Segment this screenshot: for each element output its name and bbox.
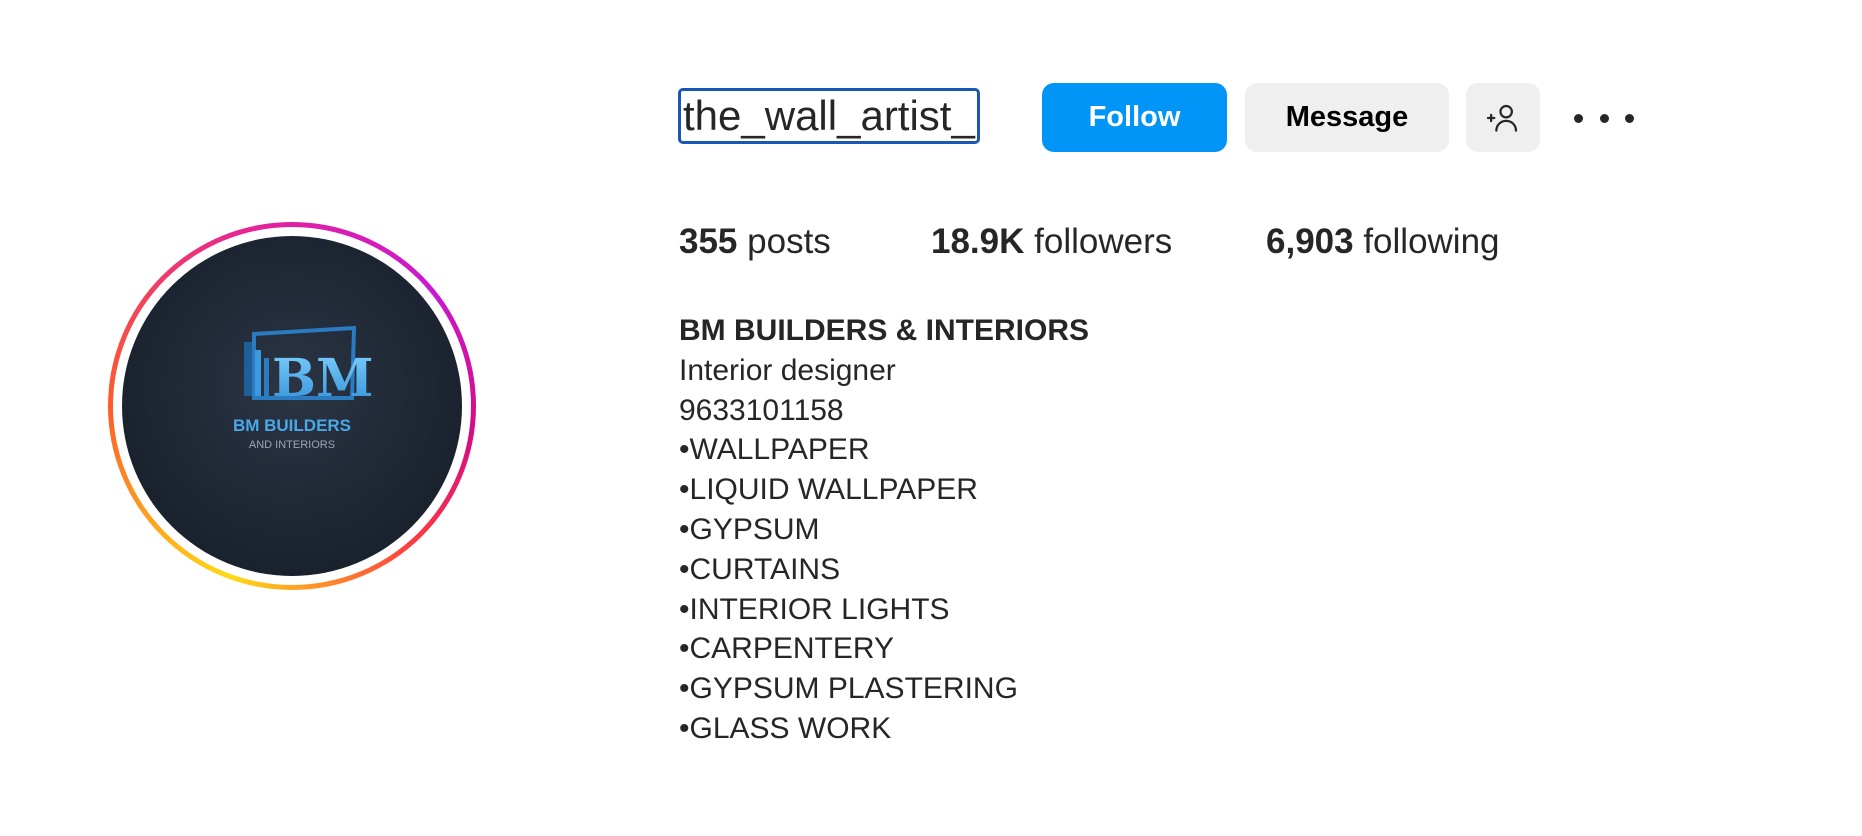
following-count: 6,903 — [1266, 222, 1354, 261]
more-options-button[interactable] — [1574, 100, 1634, 136]
followers-count: 18.9K — [931, 222, 1025, 261]
suggested-accounts-button[interactable] — [1466, 83, 1540, 152]
profile-full-name: BM BUILDERS & INTERIORS — [679, 314, 1090, 347]
bio-line: •WALLPAPER — [679, 433, 870, 467]
posts-stat: 355 posts — [679, 220, 831, 264]
profile-category: Interior designer — [679, 353, 896, 387]
logo-line2: AND INTERIORS — [249, 439, 335, 451]
logo-line1: BM BUILDERS — [233, 416, 351, 435]
avatar: BM BM BUILDERS AND INTERIORS — [122, 236, 462, 576]
following-label: following — [1363, 222, 1500, 261]
profile-username[interactable]: the_wall_artist_ — [678, 88, 980, 144]
bio-line: •GYPSUM PLASTERING — [679, 672, 1018, 706]
followers-link[interactable]: 18.9K followers — [931, 220, 1172, 264]
follow-button[interactable]: Follow — [1042, 83, 1227, 152]
posts-count: 355 — [679, 222, 738, 261]
bio-line: •GLASS WORK — [679, 711, 892, 745]
bio-line: •CARPENTERY — [679, 632, 894, 666]
bm-builders-logo: BM BM BUILDERS AND INTERIORS — [233, 325, 374, 451]
followers-label: followers — [1034, 222, 1173, 261]
logo-monogram: BM — [272, 348, 374, 409]
message-button[interactable]: Message — [1245, 83, 1449, 152]
bio-line: •GYPSUM — [679, 512, 820, 546]
person-add-icon — [1486, 104, 1518, 132]
bio-line: •LIQUID WALLPAPER — [679, 473, 978, 507]
posts-label: posts — [747, 222, 831, 261]
more-horizontal-icon — [1574, 113, 1583, 123]
profile-avatar-button[interactable]: BM BM BUILDERS AND INTERIORS — [108, 222, 476, 590]
more-horizontal-icon-dot — [1599, 113, 1609, 123]
bio-line: •INTERIOR LIGHTS — [679, 592, 950, 626]
following-link[interactable]: 6,903 following — [1266, 220, 1500, 264]
profile-bio: BM BUILDERS & INTERIORS Interior designe… — [679, 311, 1089, 749]
bio-line: •CURTAINS — [679, 552, 841, 586]
profile-phone: 9633101158 — [679, 393, 844, 427]
more-horizontal-icon-dot — [1625, 113, 1634, 123]
